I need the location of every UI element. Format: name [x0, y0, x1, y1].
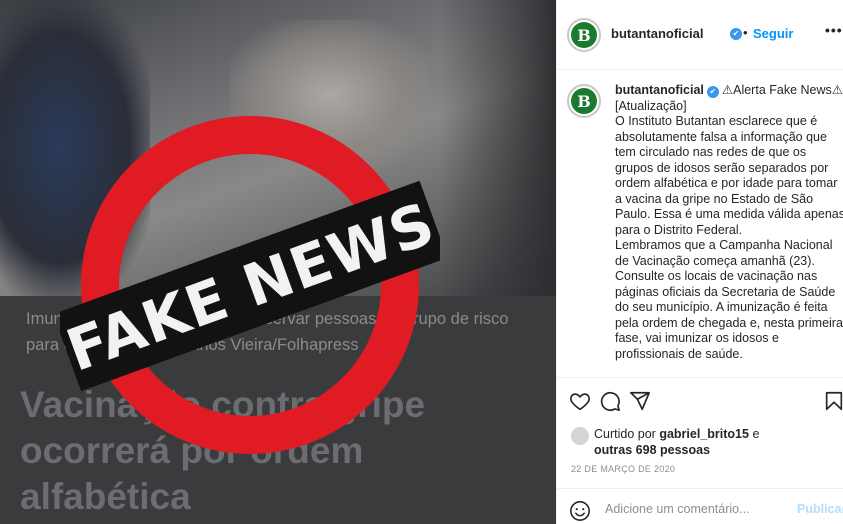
post-sidebar: B butantanoficial ✔ • Seguir ••• B butan…: [556, 0, 843, 524]
post-image[interactable]: Imunização contra gripe visa preservar p…: [0, 0, 556, 524]
avatar-letter: B: [571, 22, 597, 48]
comment-avatar[interactable]: B: [567, 84, 601, 118]
heart-icon[interactable]: [569, 390, 591, 412]
likes-summary: Curtido por gabriel_brito15 e outras 698 …: [571, 426, 841, 458]
follow-button[interactable]: Seguir: [753, 26, 793, 41]
likes-joiner: e: [752, 427, 760, 441]
more-options-button[interactable]: •••: [825, 22, 843, 38]
profile-avatar[interactable]: B: [567, 18, 601, 52]
post-actions: Curtido por gabriel_brito15 e outras 698 …: [557, 377, 843, 524]
verified-badge-icon: ✔: [706, 86, 719, 98]
comment-text: ⚠Alerta Fake News⚠ [Atualização] O Insti…: [615, 83, 843, 361]
verified-badge-icon: ✔: [730, 28, 742, 40]
comment-icon[interactable]: [599, 390, 621, 412]
liker-avatar[interactable]: [571, 427, 589, 445]
post-header: B butantanoficial ✔ • Seguir •••: [557, 0, 843, 70]
header-separator: •: [743, 25, 748, 40]
comment-input[interactable]: [605, 500, 785, 518]
header-username[interactable]: butantanoficial: [611, 26, 703, 41]
bookmark-icon[interactable]: [823, 390, 843, 412]
likes-text: Curtido por gabriel_brito15 e outras 698 …: [571, 426, 841, 458]
emoji-icon[interactable]: [569, 500, 591, 522]
fake-news-stamp: FAKE NEWS: [60, 116, 440, 454]
comment-username[interactable]: butantanoficial: [615, 83, 704, 97]
add-comment-bar: Publicar: [557, 488, 843, 524]
comment-body: butantanoficial ✔ ⚠Alerta Fake News⚠ [Atua…: [615, 83, 843, 362]
likes-prefix: Curtido por: [594, 427, 656, 441]
share-icon[interactable]: [629, 390, 651, 412]
avatar-letter: B: [571, 88, 597, 114]
caption-comment: B butantanoficial ✔ ⚠Alerta Fake News⚠ [At…: [557, 71, 843, 377]
publish-button[interactable]: Publicar: [797, 502, 843, 516]
liker-username[interactable]: gabriel_brito15: [659, 427, 749, 441]
post-date[interactable]: 22 DE MARÇO DE 2020: [571, 464, 675, 474]
likes-others-link[interactable]: outras 698 pessoas: [594, 443, 710, 457]
